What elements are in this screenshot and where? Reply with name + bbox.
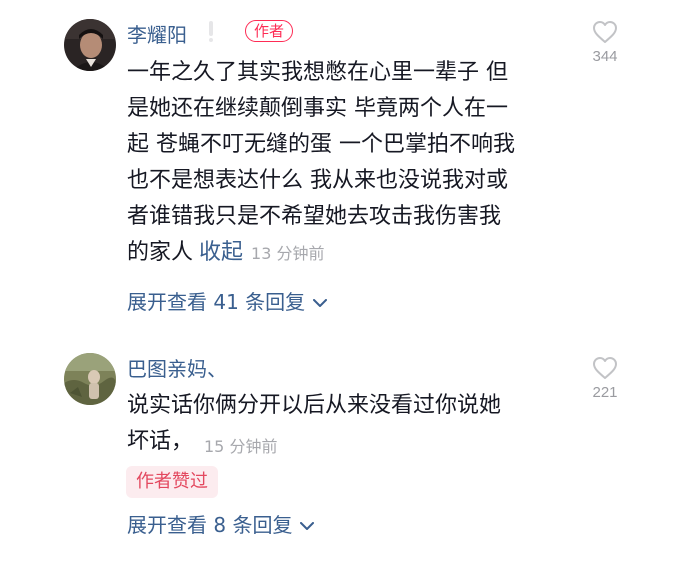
chevron-down-icon xyxy=(292,512,315,536)
comment-line: 也不是想表达什么 我从来也没说我对或 xyxy=(127,168,508,193)
comment-timestamp: 15 分钟前 xyxy=(204,437,278,456)
comment-line: 说实话你俩分开以后从来没看过你说她 xyxy=(127,393,502,418)
avatar[interactable] xyxy=(64,19,116,71)
like-button[interactable]: 344 xyxy=(580,20,630,65)
author-tag: 作者 xyxy=(245,20,294,42)
comment-line: 者谁错我只是不希望她去攻击我伤害我 xyxy=(127,204,502,229)
username[interactable]: 李耀阳 xyxy=(127,19,187,48)
expand-replies-button[interactable]: 展开查看 8 条回复 xyxy=(127,509,315,538)
expand-replies-label: 展开查看 8 条回复 xyxy=(127,513,293,537)
comment-line: 一年之久了其实我想憋在心里一辈子 但 xyxy=(127,60,508,85)
expand-replies-button[interactable]: 展开查看 41 条回复 xyxy=(127,286,328,315)
comment-line: 起 苍蝇不叮无缝的蛋 一个巴掌拍不响我 xyxy=(127,132,515,157)
username[interactable]: 巴图亲妈、 xyxy=(127,353,227,382)
expand-replies-label: 展开查看 41 条回复 xyxy=(127,290,306,314)
comment-body[interactable]: 说实话你俩分开以后从来没看过你说她 坏话， xyxy=(127,388,567,460)
pin-icon xyxy=(208,21,214,43)
author-liked-badge: 作者赞过 xyxy=(126,466,218,498)
collapse-button[interactable]: 收起 xyxy=(199,240,243,265)
comment-line: 是她还在继续颠倒事实 毕竟两个人在一 xyxy=(127,96,508,121)
like-count: 344 xyxy=(592,48,618,65)
chevron-down-icon xyxy=(305,289,328,313)
heart-outline-icon xyxy=(580,356,630,380)
like-count: 221 xyxy=(592,384,618,401)
comment-line: 坏话， xyxy=(127,429,194,454)
comment-timestamp: 13 分钟前 xyxy=(251,244,325,263)
comment-body[interactable]: 一年之久了其实我想憋在心里一辈子 但 是她还在继续颠倒事实 毕竟两个人在一 起 … xyxy=(127,55,567,272)
avatar[interactable] xyxy=(64,353,116,405)
comment-line: 的家人 xyxy=(127,240,194,265)
heart-outline-icon xyxy=(580,20,630,44)
like-button[interactable]: 221 xyxy=(580,356,630,401)
